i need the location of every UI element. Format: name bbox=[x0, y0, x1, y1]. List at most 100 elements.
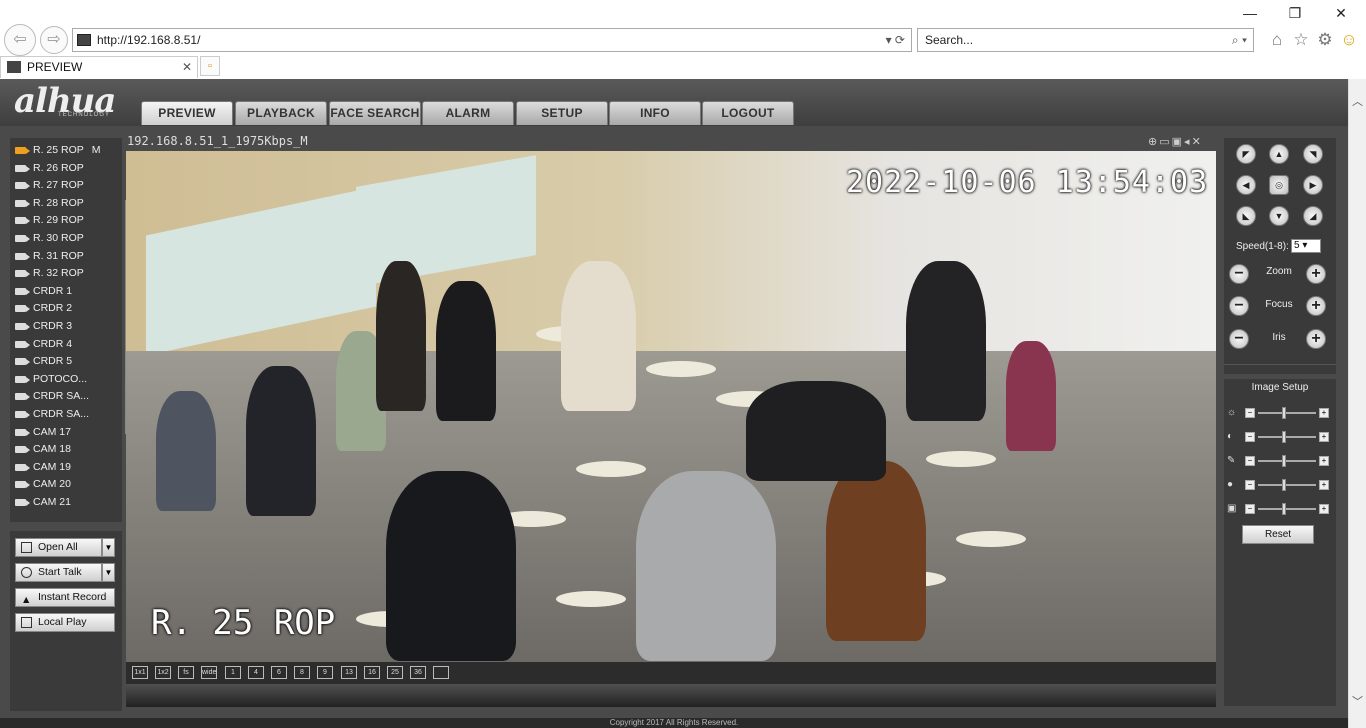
gain-increase[interactable]: + bbox=[1319, 504, 1329, 514]
layout-1x2-button[interactable]: 1x2 bbox=[155, 666, 171, 679]
saturation-decrease[interactable]: − bbox=[1245, 456, 1255, 466]
layout-1-button[interactable]: 1 bbox=[225, 666, 241, 679]
ptz-up-button[interactable]: ▲ bbox=[1269, 144, 1289, 164]
refresh-icon[interactable]: ▾ ⟳ bbox=[886, 29, 905, 51]
brightness-decrease[interactable]: − bbox=[1245, 408, 1255, 418]
snapshot-icon[interactable]: ▣ bbox=[1172, 136, 1184, 148]
contrast-knob[interactable] bbox=[1282, 431, 1286, 443]
hue-knob[interactable] bbox=[1282, 479, 1286, 491]
zoom-icon[interactable]: ⊕ bbox=[1148, 136, 1159, 148]
open-all-button[interactable]: Open All bbox=[15, 538, 102, 557]
start-talk-button[interactable]: Start Talk bbox=[15, 563, 102, 582]
hue-increase[interactable]: + bbox=[1319, 480, 1329, 490]
brightness-knob[interactable] bbox=[1282, 407, 1286, 419]
layout-9-button[interactable]: 9 bbox=[317, 666, 333, 679]
search-input[interactable]: Search... ⌕ ▾ bbox=[917, 28, 1254, 52]
camera-item[interactable]: CRDR 4 bbox=[10, 336, 122, 354]
home-icon[interactable]: ⌂ bbox=[1267, 30, 1287, 50]
menu-tab-info[interactable]: INFO bbox=[609, 101, 701, 125]
start-talk-dropdown[interactable]: ▼ bbox=[102, 563, 115, 582]
layout-25-button[interactable]: 25 bbox=[387, 666, 403, 679]
ptz-down-right-button[interactable]: ◢ bbox=[1303, 206, 1323, 226]
camera-item[interactable]: R. 32 ROP bbox=[10, 265, 122, 283]
contrast-decrease[interactable]: − bbox=[1245, 432, 1255, 442]
camera-item[interactable]: R. 31 ROP bbox=[10, 248, 122, 266]
scroll-down-icon[interactable]: ﹀ bbox=[1352, 693, 1363, 709]
camera-item[interactable]: CRDR 2 bbox=[10, 300, 122, 318]
camera-item[interactable]: CRDR 1 bbox=[10, 283, 122, 301]
page-scrollbar[interactable]: ︿ ﹀ bbox=[1348, 79, 1366, 728]
camera-item[interactable]: CAM 17 bbox=[10, 424, 122, 442]
zoom-in-button[interactable]: + bbox=[1306, 264, 1326, 284]
layout-6-button[interactable]: 6 bbox=[271, 666, 287, 679]
browser-tab[interactable]: PREVIEW ✕ bbox=[0, 56, 198, 78]
new-tab-button[interactable]: ▫ bbox=[200, 56, 220, 76]
address-bar[interactable]: http://192.168.8.51/ ▾ ⟳ bbox=[72, 28, 912, 52]
saturation-slider[interactable] bbox=[1258, 460, 1316, 462]
camera-item[interactable]: R. 28 ROP bbox=[10, 195, 122, 213]
camera-item[interactable]: R. 27 ROP bbox=[10, 177, 122, 195]
camera-item[interactable]: R. 29 ROP bbox=[10, 212, 122, 230]
camera-item[interactable]: CRDR SA... bbox=[10, 388, 122, 406]
local-play-button[interactable]: Local Play bbox=[15, 613, 115, 632]
search-icon[interactable]: ⌕ ▾ bbox=[1232, 29, 1247, 51]
layout-16-button[interactable]: 16 bbox=[364, 666, 380, 679]
menu-tab-playback[interactable]: PLAYBACK bbox=[235, 101, 327, 125]
ptz-center-button[interactable]: ◎ bbox=[1269, 175, 1289, 195]
contrast-increase[interactable]: + bbox=[1319, 432, 1329, 442]
camera-item[interactable]: CRDR 3 bbox=[10, 318, 122, 336]
capture-icon[interactable]: ▭ bbox=[1159, 136, 1171, 148]
back-button[interactable]: ⇦ bbox=[4, 24, 36, 56]
layout-36-button[interactable]: 36 bbox=[410, 666, 426, 679]
menu-tab-preview[interactable]: PREVIEW bbox=[141, 101, 233, 125]
gain-knob[interactable] bbox=[1282, 503, 1286, 515]
forward-button[interactable]: ⇨ bbox=[40, 26, 68, 54]
contrast-slider[interactable] bbox=[1258, 436, 1316, 438]
layout-13-button[interactable]: 13 bbox=[341, 666, 357, 679]
ptz-left-button[interactable]: ◀ bbox=[1236, 175, 1256, 195]
layout-4-button[interactable]: 4 bbox=[248, 666, 264, 679]
scroll-up-icon[interactable]: ︿ bbox=[1352, 93, 1363, 109]
ptz-right-button[interactable]: ▶ bbox=[1303, 175, 1323, 195]
minimize-button[interactable]: — bbox=[1240, 4, 1260, 22]
camera-item[interactable]: CAM 19 bbox=[10, 459, 122, 477]
camera-item[interactable]: R. 26 ROP bbox=[10, 160, 122, 178]
layout-1x1-button[interactable]: 1x1 bbox=[132, 666, 148, 679]
saturation-increase[interactable]: + bbox=[1319, 456, 1329, 466]
focus-far-button[interactable]: + bbox=[1306, 296, 1326, 316]
favorites-star-icon[interactable]: ☆ bbox=[1291, 30, 1311, 50]
brightness-increase[interactable]: + bbox=[1319, 408, 1329, 418]
wide-button[interactable]: wide bbox=[201, 666, 217, 679]
menu-tab-alarm[interactable]: ALARM bbox=[422, 101, 514, 125]
saturation-knob[interactable] bbox=[1282, 455, 1286, 467]
smiley-feedback-icon[interactable]: ☺ bbox=[1339, 30, 1359, 50]
camera-item[interactable]: CRDR 5 bbox=[10, 353, 122, 371]
iris-close-button[interactable]: − bbox=[1229, 329, 1249, 349]
speed-select[interactable]: 5 ▾ bbox=[1291, 239, 1321, 253]
ptz-down-button[interactable]: ▼ bbox=[1269, 206, 1289, 226]
layout-25-alt-button[interactable] bbox=[433, 666, 449, 679]
camera-item[interactable]: CAM 18 bbox=[10, 441, 122, 459]
ptz-down-left-button[interactable]: ◣ bbox=[1236, 206, 1256, 226]
camera-item[interactable]: R. 25 ROP M bbox=[10, 142, 122, 160]
instant-record-button[interactable]: ▲ Instant Record bbox=[15, 588, 115, 607]
camera-item[interactable]: R. 30 ROP bbox=[10, 230, 122, 248]
audio-icon[interactable]: ◂ bbox=[1184, 136, 1192, 148]
menu-tab-face-search[interactable]: FACE SEARCH bbox=[329, 101, 421, 125]
focus-near-button[interactable]: − bbox=[1229, 296, 1249, 316]
menu-tab-logout[interactable]: LOGOUT bbox=[702, 101, 794, 125]
camera-item[interactable]: POTOCO... bbox=[10, 371, 122, 389]
iris-open-button[interactable]: + bbox=[1306, 329, 1326, 349]
gain-decrease[interactable]: − bbox=[1245, 504, 1255, 514]
hue-slider[interactable] bbox=[1258, 484, 1316, 486]
reset-button[interactable]: Reset bbox=[1242, 525, 1314, 544]
ptz-up-right-button[interactable]: ◥ bbox=[1303, 144, 1323, 164]
open-all-dropdown[interactable]: ▼ bbox=[102, 538, 115, 557]
live-video[interactable]: 2022-10-06 13:54:03 R. 25 ROP bbox=[126, 151, 1216, 662]
camera-item[interactable]: CAM 20 bbox=[10, 476, 122, 494]
ptz-collapse-toggle[interactable] bbox=[1224, 364, 1336, 374]
menu-tab-setup[interactable]: SETUP bbox=[516, 101, 608, 125]
brightness-slider[interactable] bbox=[1258, 412, 1316, 414]
close-window-button[interactable]: ✕ bbox=[1331, 4, 1351, 22]
close-video-icon[interactable]: ✕ bbox=[1192, 136, 1203, 148]
